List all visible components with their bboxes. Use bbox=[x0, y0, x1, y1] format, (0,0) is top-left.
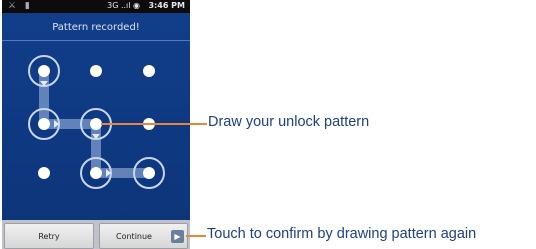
pattern-node-3[interactable] bbox=[143, 65, 155, 77]
retry-button[interactable]: Retry bbox=[4, 223, 94, 249]
pattern-node-1[interactable] bbox=[28, 55, 60, 87]
confirm-leader-line bbox=[186, 235, 206, 237]
pattern-node-2[interactable] bbox=[90, 65, 102, 77]
arrow-right-icon: ▶ bbox=[171, 230, 184, 243]
confirm-callout: Touch to confirm by drawing pattern agai… bbox=[207, 226, 477, 242]
pattern-callout: Draw your unlock pattern bbox=[208, 114, 370, 130]
continue-label: Continue bbox=[116, 232, 152, 241]
continue-button[interactable]: Continue ▶ bbox=[99, 223, 188, 249]
pattern-leader-line bbox=[101, 123, 207, 125]
pattern-node-7[interactable] bbox=[38, 167, 50, 179]
